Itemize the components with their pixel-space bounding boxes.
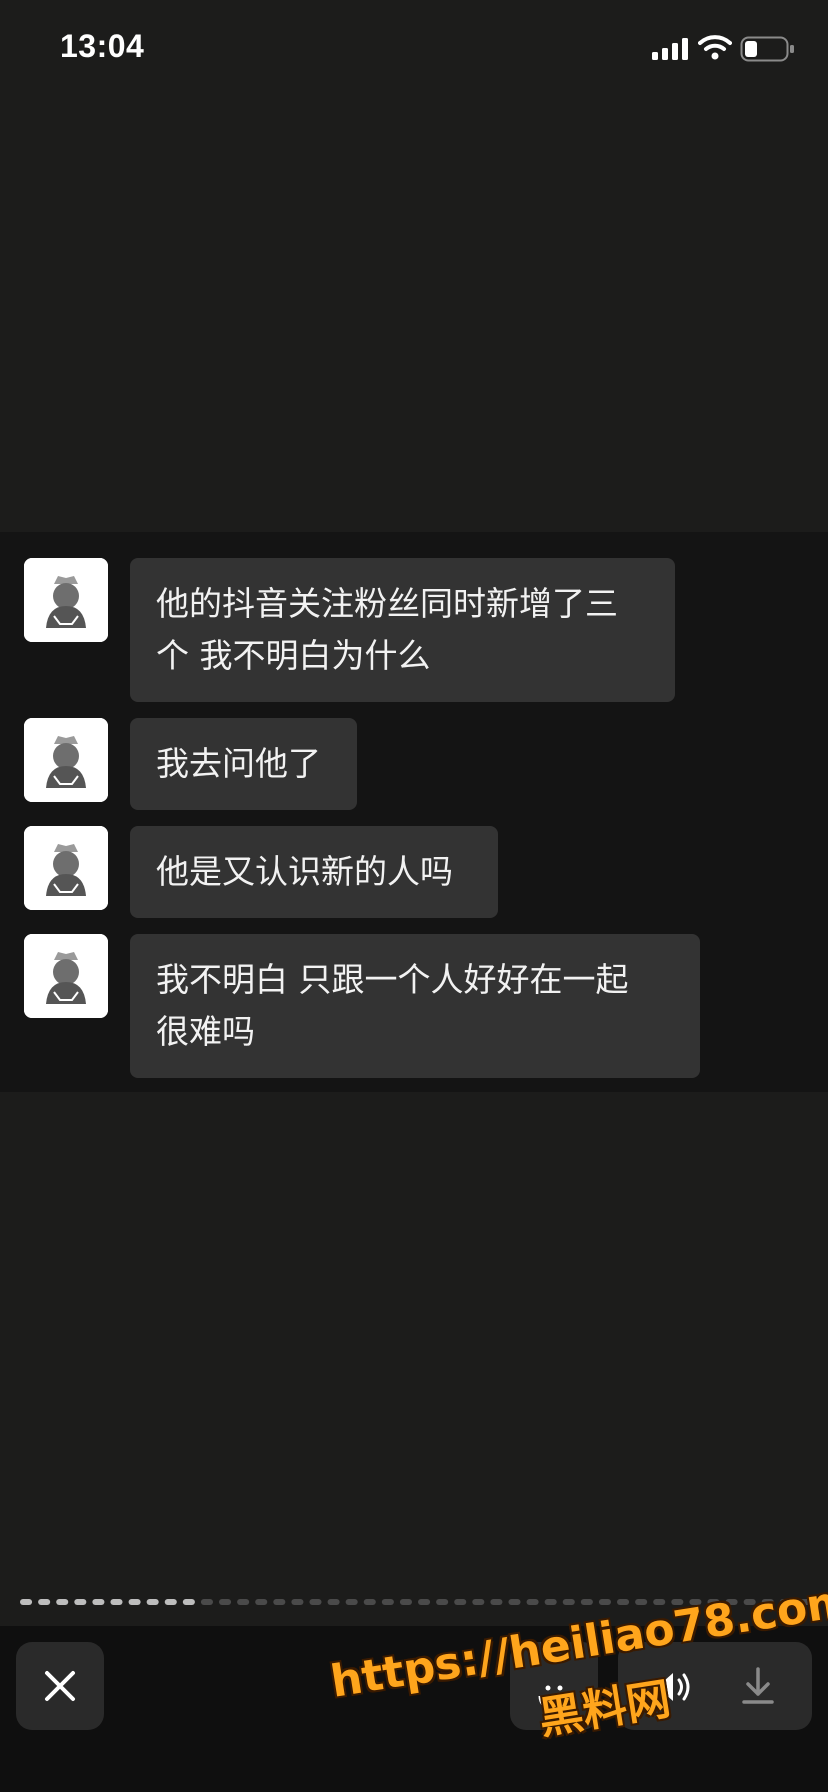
avatar[interactable] — [24, 826, 108, 910]
progress-segment — [182, 1599, 195, 1605]
avatar[interactable] — [24, 718, 108, 802]
message-line: 我不明白 只跟一个人好好在一起 — [156, 960, 629, 999]
message-bubble[interactable]: 我不明白 只跟一个人好好在一起 很难吗 — [130, 934, 700, 1078]
progress-segment — [327, 1599, 340, 1605]
progress-segment — [291, 1599, 304, 1605]
message-bubble[interactable]: 我去问他了 — [130, 718, 357, 810]
progress-segment — [38, 1599, 51, 1605]
close-icon — [45, 1671, 75, 1701]
avatar[interactable] — [24, 558, 108, 642]
status-bar: 13:04 — [0, 0, 828, 100]
avatar-figure-icon — [24, 826, 108, 910]
progress-segment — [309, 1599, 322, 1605]
close-button[interactable] — [16, 1642, 104, 1730]
wifi-icon — [698, 35, 732, 60]
progress-segment — [345, 1599, 358, 1605]
battery-icon — [740, 36, 794, 62]
progress-segment — [56, 1599, 69, 1605]
message-line: 个 我不明白为什么 — [156, 636, 431, 675]
progress-segment — [110, 1599, 123, 1605]
progress-segment — [20, 1599, 33, 1605]
progress-segment — [92, 1599, 105, 1605]
avatar-figure-icon — [24, 718, 108, 802]
message-line: 很难吗 — [156, 1012, 255, 1051]
progress-segment — [128, 1599, 141, 1605]
avatar[interactable] — [24, 934, 108, 1018]
progress-segment — [255, 1599, 268, 1605]
progress-segment — [273, 1599, 286, 1605]
message-line: 他的抖音关注粉丝同时新增了三 — [156, 584, 618, 623]
chat-panel: 他的抖音关注粉丝同时新增了三 个 我不明白为什么 我去问他了 他是又认识新的人吗… — [0, 532, 828, 1092]
status-time: 13:04 — [60, 28, 145, 64]
progress-segment — [74, 1599, 87, 1605]
avatar-figure-icon — [24, 558, 108, 642]
avatar-figure-icon — [24, 934, 108, 1018]
progress-segment — [219, 1599, 232, 1605]
message-line: 我去问他了 — [156, 744, 321, 783]
message-line: 他是又认识新的人吗 — [156, 852, 453, 891]
message-bubble[interactable]: 他是又认识新的人吗 — [130, 826, 498, 918]
progress-segment — [200, 1599, 213, 1605]
progress-segment — [164, 1599, 177, 1605]
progress-segment — [146, 1599, 159, 1605]
message-bubble[interactable]: 他的抖音关注粉丝同时新增了三 个 我不明白为什么 — [130, 558, 675, 702]
progress-segment — [237, 1599, 250, 1605]
signal-icon — [652, 38, 688, 60]
